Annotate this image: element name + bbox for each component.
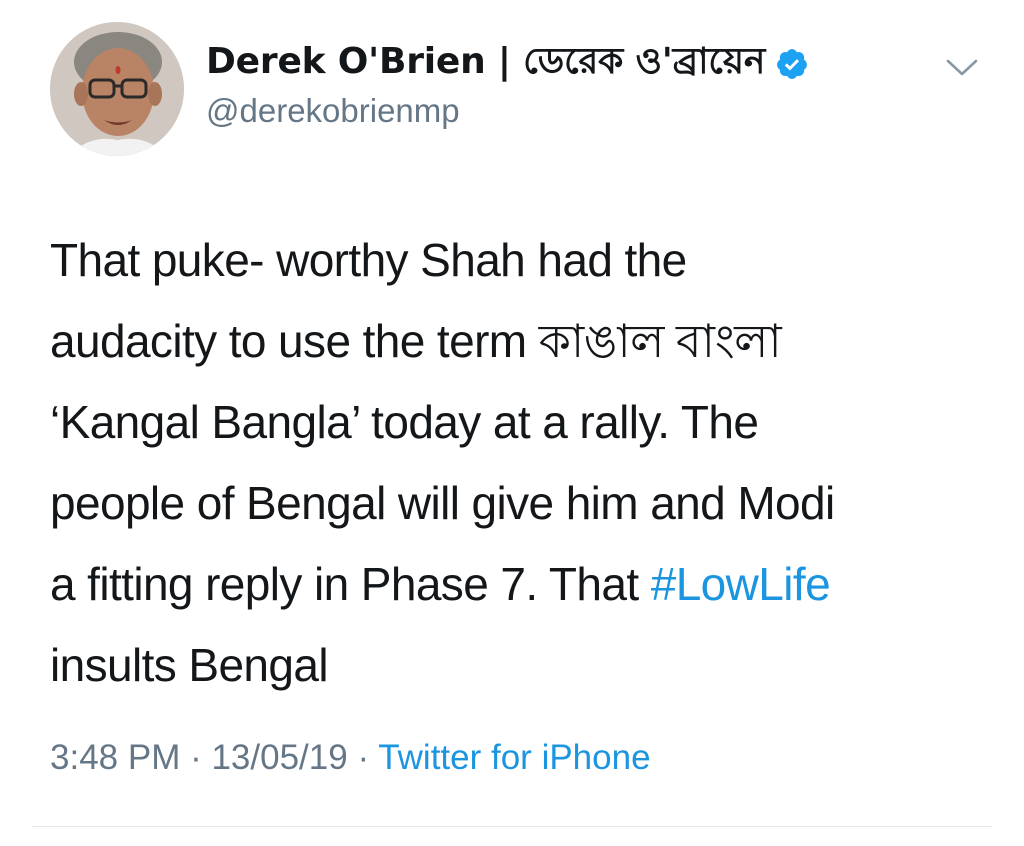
tweet-header: Derek O'Brien | ডেরেক ও'ব্রায়েন @dereko… [206,38,914,130]
verified-badge-icon [777,49,808,79]
name-row: Derek O'Brien | ডেরেক ও'ব্রায়েন [206,38,914,90]
tweet-time[interactable]: 3:48 PM [50,738,180,777]
tweet-source-link[interactable]: Twitter for iPhone [378,738,650,777]
avatar-image [50,22,184,156]
meta-separator: · [347,738,379,777]
user-handle[interactable]: @derekobrienmp [206,92,914,130]
tweet-text-line: insults Bengal [50,639,329,691]
tweet-text: That puke- worthy Shah had the audacity … [50,220,990,706]
tweet-text-line: That puke- worthy Shah had the [50,234,687,286]
hashtag-link[interactable]: #LowLife [651,558,831,610]
tweet-text-line: a fitting reply in Phase 7. That #LowLif… [50,544,990,625]
tweet-meta: 3:48 PM · 13/05/19 · Twitter for iPhone [50,738,651,778]
avatar[interactable] [50,22,184,156]
display-name[interactable]: Derek O'Brien | ডেরেক ও'ব্রায়েন [206,34,765,94]
tweet-text-line: audacity to use the term কাঙাল বাংলা [50,315,782,367]
tweet-card: Derek O'Brien | ডেরেক ও'ব্রায়েন @dereko… [0,0,1024,846]
chevron-down-icon[interactable] [944,54,980,80]
tweet-text-segment: a fitting reply in Phase 7. That [50,558,651,610]
divider [32,826,992,827]
tweet-date[interactable]: 13/05/19 [211,738,347,777]
meta-separator: · [180,738,212,777]
tweet-text-line: ‘Kangal Bangla’ today at a rally. The [50,396,759,448]
tweet-text-line: people of Bengal will give him and Modi [50,477,835,529]
